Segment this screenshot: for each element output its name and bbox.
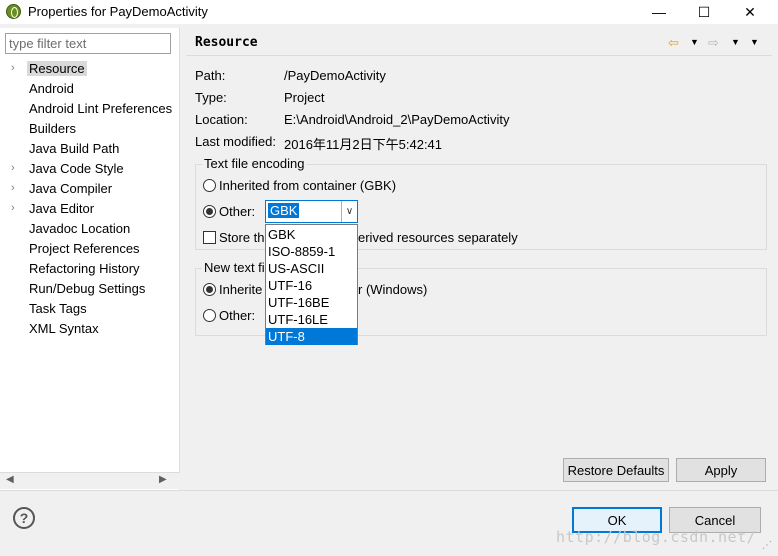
sidebar-item-label: Java Compiler <box>29 181 113 196</box>
restore-defaults-button[interactable]: Restore Defaults <box>563 458 669 482</box>
encoding-option[interactable]: UTF-16LE <box>266 311 357 328</box>
maximize-icon[interactable]: ☐ <box>681 0 727 24</box>
store-derived-label-start[interactable]: Store th <box>219 230 265 245</box>
resize-grip-icon[interactable]: ⋰ <box>762 540 772 551</box>
close-icon[interactable]: ✕ <box>727 0 773 24</box>
back-arrow-icon[interactable]: ⇦ <box>668 35 679 51</box>
other-encoding-label[interactable]: Other: <box>219 204 255 219</box>
inherited-delimiter-label-start[interactable]: Inherite <box>219 282 262 297</box>
inherited-encoding-radio[interactable] <box>203 179 216 192</box>
other-encoding-radio[interactable] <box>203 205 216 218</box>
horizontal-scrollbar[interactable] <box>0 472 180 489</box>
encoding-option[interactable]: UTF-16BE <box>266 294 357 311</box>
footer-divider <box>0 490 778 491</box>
other-delimiter-label[interactable]: Other: <box>219 308 255 323</box>
encoding-option[interactable]: US-ASCII <box>266 260 357 277</box>
path-value: /PayDemoActivity <box>284 68 386 83</box>
sidebar-item-label: Task Tags <box>29 301 87 316</box>
sidebar-item-label: Android <box>29 81 74 96</box>
sidebar-item-label: Run/Debug Settings <box>29 281 146 296</box>
forward-dropdown-icon[interactable]: ▼ <box>731 37 740 47</box>
sidebar-item-java-compiler[interactable]: › Java Compiler <box>0 179 180 199</box>
encoding-option[interactable]: GBK <box>266 226 357 243</box>
type-label: Type: <box>195 90 227 105</box>
sidebar-item-java-code-style[interactable]: › Java Code Style <box>0 159 180 179</box>
sidebar-item-label: Javadoc Location <box>29 221 131 236</box>
location-value: E:\Android\Android_2\PayDemoActivity <box>284 112 510 127</box>
inherited-encoding-label[interactable]: Inherited from container (GBK) <box>219 178 396 193</box>
sidebar-item-task-tags[interactable]: Task Tags <box>0 299 180 319</box>
inherited-delimiter-label-end[interactable]: r (Windows) <box>358 282 427 297</box>
sidebar-item-builders[interactable]: Builders <box>0 119 180 139</box>
watermark-text: http://blog.csdn.net/ <box>556 528 757 546</box>
minimize-icon[interactable]: — <box>636 0 682 24</box>
page-header <box>186 28 772 56</box>
last-modified-label: Last modified: <box>195 134 276 149</box>
sidebar-item-label: Java Code Style <box>29 161 124 176</box>
filter-input[interactable] <box>5 33 171 54</box>
last-modified-value: 2016年11月2日下午5:42:41 <box>284 137 443 152</box>
sidebar-item-android[interactable]: Android <box>0 79 180 99</box>
inherited-delimiter-radio[interactable] <box>203 283 216 296</box>
location-label: Location: <box>195 112 248 127</box>
sidebar-item-label: Builders <box>29 121 76 136</box>
view-menu-icon[interactable]: ▼ <box>750 37 759 47</box>
window-title: Properties for PayDemoActivity <box>28 4 208 19</box>
sidebar-item-refactoring-history[interactable]: Refactoring History <box>0 259 180 279</box>
encoding-option-highlighted[interactable]: UTF-8 <box>266 328 357 345</box>
line-delimiter-group-title: New text fi <box>202 260 267 275</box>
sidebar-item-android-lint-preferences[interactable]: Android Lint Preferences <box>0 99 180 119</box>
eclipse-app-icon <box>6 4 21 19</box>
forward-arrow-icon[interactable]: ⇨ <box>708 35 719 51</box>
sidebar-item-java-build-path[interactable]: Java Build Path <box>0 139 180 159</box>
sidebar-item-javadoc-location[interactable]: Javadoc Location <box>0 219 180 239</box>
store-derived-label-end[interactable]: erived resources separately <box>358 230 518 245</box>
encoding-option[interactable]: ISO-8859-1 <box>266 243 357 260</box>
sidebar-item-label: Project References <box>29 241 140 256</box>
sidebar-item-xml-syntax[interactable]: XML Syntax <box>0 319 180 339</box>
sidebar-item-java-editor[interactable]: › Java Editor <box>0 199 180 219</box>
sidebar-item-label: Java Build Path <box>29 141 120 156</box>
back-dropdown-icon[interactable]: ▼ <box>690 37 699 47</box>
help-icon[interactable]: ? <box>13 507 35 529</box>
expand-arrow-icon[interactable]: › <box>11 62 15 74</box>
apply-button[interactable]: Apply <box>676 458 766 482</box>
scroll-right-icon[interactable]: ▶ <box>159 474 167 485</box>
expand-arrow-icon[interactable]: › <box>11 182 15 194</box>
encoding-option[interactable]: UTF-16 <box>266 277 357 294</box>
sidebar-item-label: XML Syntax <box>29 321 99 336</box>
page-title: Resource <box>195 35 258 50</box>
store-derived-checkbox[interactable] <box>203 231 216 244</box>
expand-arrow-icon[interactable]: › <box>11 202 15 214</box>
chevron-down-icon[interactable]: ∨ <box>341 201 357 222</box>
sidebar-item-label: Refactoring History <box>29 261 140 276</box>
scroll-left-icon[interactable]: ◀ <box>6 474 14 485</box>
sidebar-item-label: Android Lint Preferences <box>29 101 173 116</box>
encoding-combo-value[interactable]: GBK <box>268 203 300 218</box>
sidebar-item-project-references[interactable]: Project References <box>0 239 180 259</box>
sidebar-item-resource[interactable]: › Resource <box>0 59 180 79</box>
text-encoding-group-title: Text file encoding <box>202 156 307 171</box>
other-delimiter-radio[interactable] <box>203 309 216 322</box>
sidebar-item-run-debug-settings[interactable]: Run/Debug Settings <box>0 279 180 299</box>
expand-arrow-icon[interactable]: › <box>11 162 15 174</box>
sidebar-item-label: Java Editor <box>29 201 95 216</box>
encoding-dropdown-list[interactable]: GBK ISO-8859-1 US-ASCII UTF-16 UTF-16BE … <box>265 224 358 345</box>
path-label: Path: <box>195 68 226 83</box>
sidebar-item-label: Resource <box>27 61 87 76</box>
type-value: Project <box>284 90 325 105</box>
